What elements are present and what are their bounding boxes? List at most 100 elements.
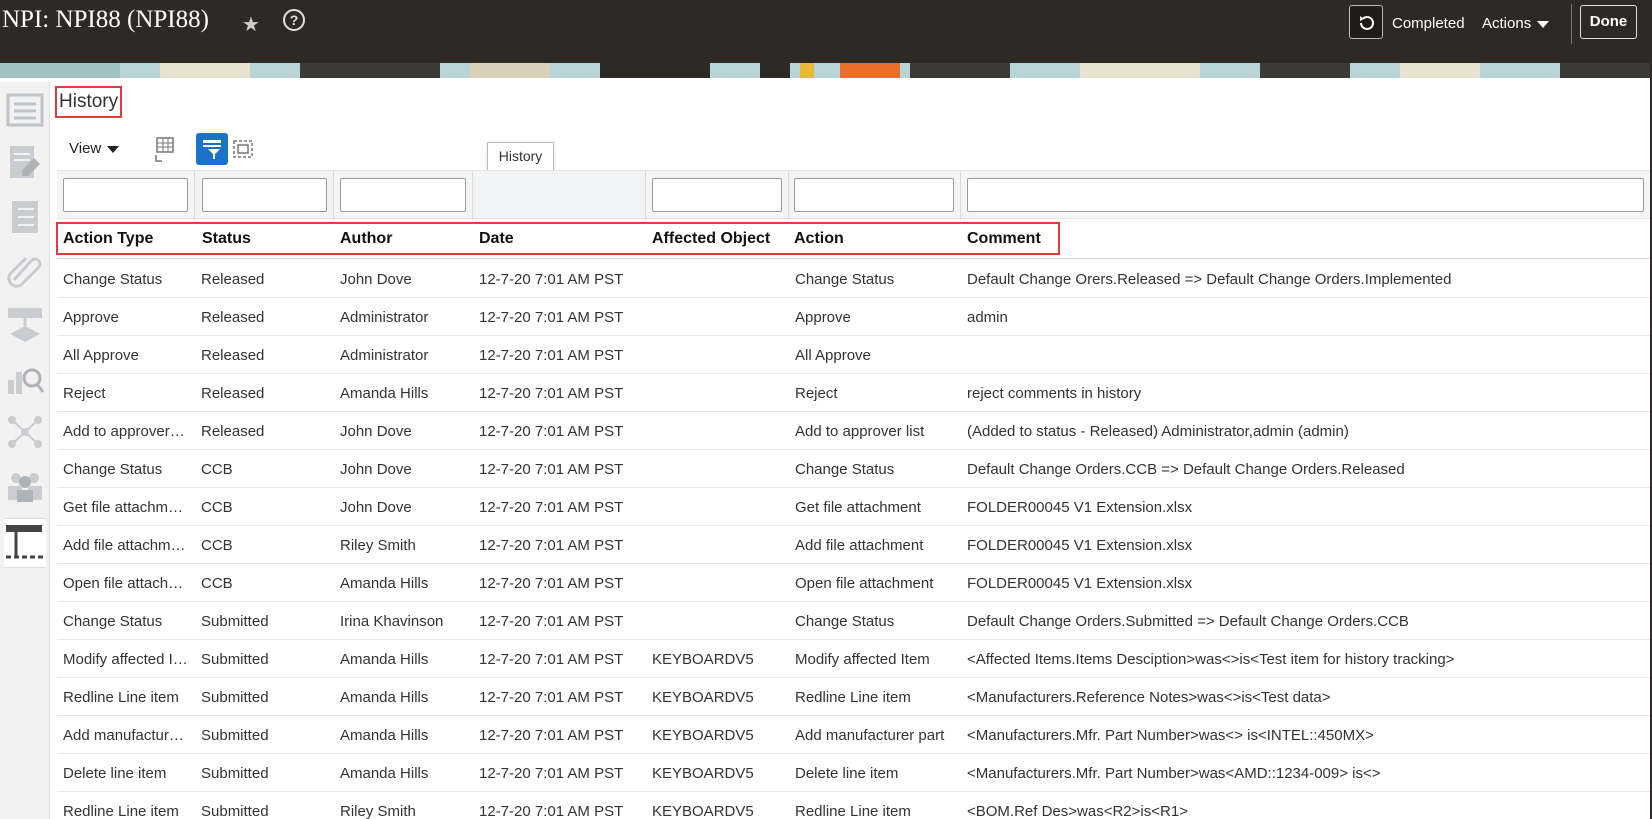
cell-action: Reject [795, 385, 838, 402]
action-filter[interactable] [794, 178, 954, 212]
help-icon[interactable]: ? [283, 9, 305, 31]
star-icon[interactable]: ★ [242, 12, 260, 37]
cell-action: Open file attachment [795, 575, 934, 592]
freeze-columns-icon[interactable] [148, 133, 180, 165]
cell-action: Delete line item [795, 765, 899, 782]
cell-comment: reject comments in history [967, 385, 1142, 402]
checklist-icon[interactable] [4, 197, 46, 241]
cell-date: 12-7-20 7:01 AM PST [479, 309, 624, 326]
cell-action: Change Status [795, 461, 895, 478]
author-filter[interactable] [340, 178, 466, 212]
cell-action: Approve [795, 309, 851, 326]
section-title: History [55, 86, 122, 118]
done-button[interactable]: Done [1580, 5, 1637, 39]
comment-filter[interactable] [967, 178, 1644, 212]
table-row[interactable]: Get file attachm… CCB John Dove 12-7-20 … [57, 488, 1652, 526]
table-row[interactable]: Open file attach… CCB Amanda Hills 12-7-… [57, 564, 1652, 602]
column-separator [788, 171, 789, 220]
column-separator [194, 171, 195, 220]
cell-date: 12-7-20 7:01 AM PST [479, 575, 624, 592]
header-action-type[interactable]: Action Type [63, 230, 153, 248]
table-row[interactable]: Approve Released Administrator 12-7-20 7… [57, 298, 1652, 336]
history-icon[interactable] [4, 518, 46, 568]
cell-date: 12-7-20 7:01 AM PST [479, 803, 624, 819]
header-affected-object[interactable]: Affected Object [652, 230, 770, 248]
actions-menu[interactable]: Actions [1482, 15, 1550, 32]
cell-action-type: Get file attachm… [63, 499, 184, 516]
cell-comment: (Added to status - Released) Administrat… [967, 423, 1349, 440]
table-row[interactable]: Add manufactur… Submitted Amanda Hills 1… [57, 716, 1652, 754]
cell-comment: FOLDER00045 V1 Extension.xlsx [967, 499, 1193, 516]
cell-author: Amanda Hills [340, 651, 429, 668]
table-row[interactable]: Modify affected I… Submitted Amanda Hill… [57, 640, 1652, 678]
detach-icon[interactable] [227, 133, 259, 165]
table-row[interactable]: Delete line item Submitted Amanda Hills … [57, 754, 1652, 792]
cell-action-type: Delete line item [63, 765, 167, 782]
table-row[interactable]: Change Status Released John Dove 12-7-20… [57, 260, 1652, 298]
status-filter[interactable] [202, 178, 327, 212]
table-row[interactable]: Reject Released Amanda Hills 12-7-20 7:0… [57, 374, 1652, 412]
cell-date: 12-7-20 7:01 AM PST [479, 461, 624, 478]
header-divider [57, 258, 1652, 259]
header-action[interactable]: Action [794, 230, 844, 248]
cell-author: Amanda Hills [340, 727, 429, 744]
cell-comment: <Manufacturers.Reference Notes>was<>is<T… [967, 689, 1331, 706]
cell-status: Released [201, 309, 265, 326]
cell-comment: FOLDER00045 V1 Extension.xlsx [967, 575, 1193, 592]
cell-status: Released [201, 347, 265, 364]
cell-author: John Dove [340, 461, 412, 478]
table-row[interactable]: All Approve Released Administrator 12-7-… [57, 336, 1652, 374]
cell-author: Amanda Hills [340, 385, 429, 402]
cell-date: 12-7-20 7:01 AM PST [479, 347, 624, 364]
cell-action: Add to approver list [795, 423, 925, 440]
table-row[interactable]: Change Status Submitted Irina Khavinson … [57, 602, 1652, 640]
cell-action-type: Add to approver… [63, 423, 185, 440]
team-icon[interactable] [4, 466, 46, 510]
affected-object-filter[interactable] [652, 178, 782, 212]
cell-action-type: Modify affected I… [63, 651, 188, 668]
cell-date: 12-7-20 7:01 AM PST [479, 537, 624, 554]
action-type-filter[interactable] [63, 178, 188, 212]
refresh-icon [1360, 15, 1374, 30]
cell-date: 12-7-20 7:01 AM PST [479, 271, 624, 288]
decorative-banner [0, 63, 1652, 78]
cell-action-type: Reject [63, 385, 106, 402]
cell-status: Released [201, 385, 265, 402]
header-comment[interactable]: Comment [967, 230, 1041, 248]
column-separator [333, 171, 334, 220]
cell-comment: Default Change Orders.Submitted => Defau… [967, 613, 1409, 630]
cell-author: John Dove [340, 423, 412, 440]
cell-status: CCB [201, 537, 233, 554]
table-row[interactable]: Add to approver… Released John Dove 12-7… [57, 412, 1652, 450]
cell-author: Amanda Hills [340, 765, 429, 782]
table-row[interactable]: Add file attachm… CCB Riley Smith 12-7-2… [57, 526, 1652, 564]
cell-comment: Default Change Orders.CCB => Default Cha… [967, 461, 1405, 478]
cell-comment: <Affected Items.Items Desciption>was<>is… [967, 651, 1455, 668]
table-row[interactable]: Redline Line item Submitted Riley Smith … [57, 792, 1652, 819]
cell-author: Amanda Hills [340, 575, 429, 592]
cell-author: Riley Smith [340, 803, 416, 819]
relationships-icon[interactable] [4, 412, 46, 456]
cell-action-type: Open file attach… [63, 575, 184, 592]
table-row[interactable]: Redline Line item Submitted Amanda Hills… [57, 678, 1652, 716]
cell-action-type: Add file attachm… [63, 537, 186, 554]
cell-status: Submitted [201, 689, 269, 706]
filter-icon[interactable] [196, 133, 228, 165]
header-date[interactable]: Date [479, 230, 514, 248]
workflow-icon[interactable] [4, 304, 46, 348]
header-author[interactable]: Author [340, 230, 392, 248]
status-text: Completed [1392, 15, 1465, 32]
refresh-button[interactable] [1349, 5, 1383, 39]
search-report-icon[interactable] [4, 358, 46, 402]
header-status[interactable]: Status [202, 230, 251, 248]
edit-icon[interactable] [4, 142, 46, 186]
chevron-down-icon [1537, 20, 1550, 28]
view-menu[interactable]: View [69, 140, 120, 157]
attachment-icon[interactable] [4, 250, 46, 294]
cell-comment: <BOM.Ref Des>was<R2>is<R1> [967, 803, 1188, 819]
cell-action: Add manufacturer part [795, 727, 945, 744]
cell-date: 12-7-20 7:01 AM PST [479, 765, 624, 782]
overview-icon[interactable] [4, 90, 46, 134]
table-row[interactable]: Change Status CCB John Dove 12-7-20 7:01… [57, 450, 1652, 488]
page-title: NPI: NPI88 (NPI88) [2, 6, 209, 33]
